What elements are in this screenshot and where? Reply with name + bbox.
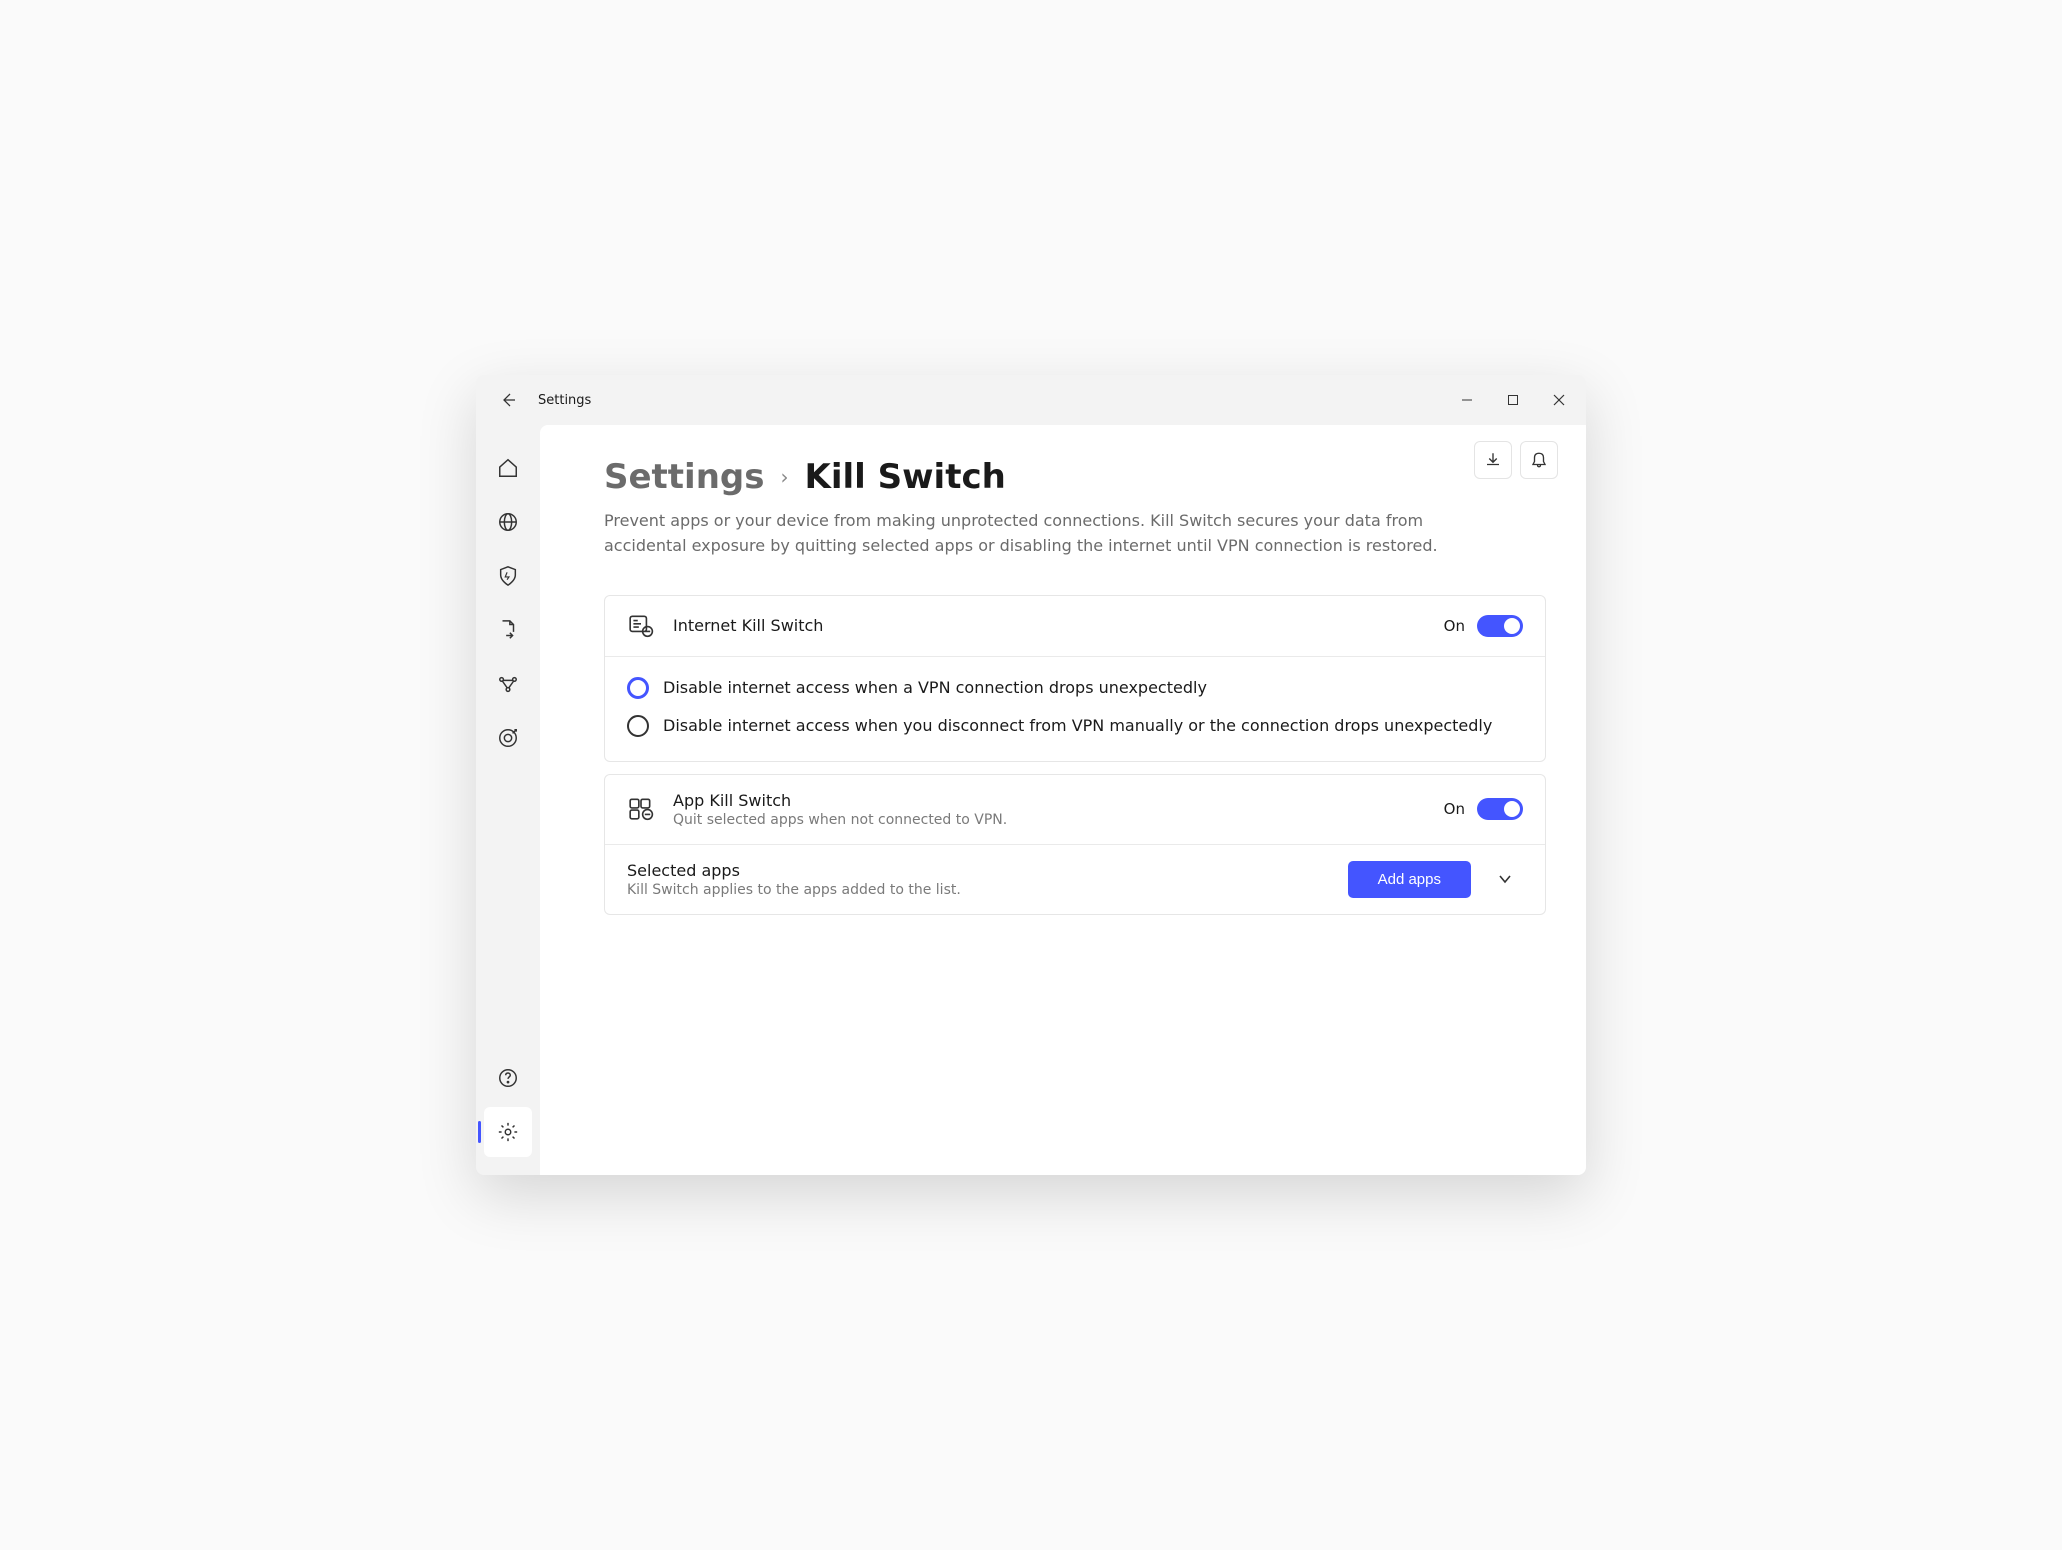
radio-selected-icon — [627, 677, 649, 699]
file-share-icon — [497, 619, 519, 641]
home-icon — [497, 457, 519, 479]
settings-section: Internet Kill Switch On Disable internet… — [604, 595, 1546, 915]
internet-kill-switch-title: Internet Kill Switch — [673, 616, 1444, 635]
add-apps-button[interactable]: Add apps — [1348, 861, 1471, 898]
sidebar-item-threat-protection[interactable] — [484, 551, 532, 601]
kill-switch-option-always-label: Disable internet access when you disconn… — [663, 716, 1492, 735]
app-kill-switch-toggle[interactable] — [1477, 798, 1523, 820]
breadcrumb-parent[interactable]: Settings — [604, 457, 765, 497]
close-button[interactable] — [1536, 380, 1582, 420]
minimize-icon — [1461, 394, 1473, 406]
app-kill-switch-title: App Kill Switch — [673, 791, 1444, 810]
selected-apps-row: Selected apps Kill Switch applies to the… — [605, 845, 1545, 914]
internet-kill-switch-row: Internet Kill Switch On — [605, 596, 1545, 657]
sidebar-item-meshnet[interactable] — [484, 659, 532, 709]
chevron-down-icon — [1497, 871, 1513, 887]
sidebar-item-home[interactable] — [484, 443, 532, 493]
kill-switch-option-always[interactable]: Disable internet access when you disconn… — [627, 707, 1523, 745]
sidebar-item-dark-web[interactable] — [484, 713, 532, 763]
expand-selected-apps[interactable] — [1487, 861, 1523, 897]
shield-icon — [497, 565, 519, 587]
kill-switch-option-auto-label: Disable internet access when a VPN conne… — [663, 678, 1207, 697]
sidebar — [476, 425, 540, 1175]
app-kill-switch-subtitle: Quit selected apps when not connected to… — [673, 812, 1444, 828]
target-icon — [497, 727, 519, 749]
gear-icon — [497, 1121, 519, 1143]
window-controls — [1444, 380, 1582, 420]
back-button[interactable] — [488, 380, 528, 420]
window-body: Settings › Kill Switch Prevent apps or y… — [476, 425, 1586, 1175]
internet-kill-switch-toggle[interactable] — [1477, 615, 1523, 637]
page-title: Kill Switch — [805, 457, 1006, 497]
mesh-icon — [497, 673, 519, 695]
globe-icon — [497, 511, 519, 533]
download-button[interactable] — [1474, 441, 1512, 479]
sidebar-item-settings[interactable] — [484, 1107, 532, 1157]
app-kill-switch-row: App Kill Switch Quit selected apps when … — [605, 775, 1545, 845]
bell-icon — [1530, 451, 1548, 469]
help-icon — [497, 1067, 519, 1089]
sidebar-item-file-share[interactable] — [484, 605, 532, 655]
maximize-icon — [1507, 394, 1519, 406]
minimize-button[interactable] — [1444, 380, 1490, 420]
breadcrumb: Settings › Kill Switch — [604, 457, 1546, 497]
kill-switch-option-auto[interactable]: Disable internet access when a VPN conne… — [627, 669, 1523, 707]
selected-apps-title: Selected apps — [627, 861, 1348, 880]
internet-kill-switch-state: On — [1444, 617, 1465, 635]
main-content: Settings › Kill Switch Prevent apps or y… — [540, 425, 1586, 1175]
app-kill-switch-state: On — [1444, 800, 1465, 818]
radio-unselected-icon — [627, 715, 649, 737]
app-kill-switch-icon — [627, 795, 655, 823]
app-window: Settings — [476, 375, 1586, 1175]
arrow-left-icon — [500, 392, 516, 408]
maximize-button[interactable] — [1490, 380, 1536, 420]
page-description: Prevent apps or your device from making … — [604, 509, 1454, 559]
sidebar-item-help[interactable] — [484, 1053, 532, 1103]
selected-apps-subtitle: Kill Switch applies to the apps added to… — [627, 882, 1348, 898]
notifications-button[interactable] — [1520, 441, 1558, 479]
kill-switch-mode-options: Disable internet access when a VPN conne… — [605, 657, 1545, 761]
close-icon — [1553, 394, 1565, 406]
sidebar-item-browse[interactable] — [484, 497, 532, 547]
internet-kill-switch-icon — [627, 612, 655, 640]
header-actions — [1474, 441, 1558, 479]
window-title: Settings — [538, 393, 591, 408]
chevron-right-icon: › — [781, 465, 789, 489]
title-bar: Settings — [476, 375, 1586, 425]
download-icon — [1484, 451, 1502, 469]
internet-kill-switch-card: Internet Kill Switch On Disable internet… — [604, 595, 1546, 762]
app-kill-switch-card: App Kill Switch Quit selected apps when … — [604, 774, 1546, 915]
